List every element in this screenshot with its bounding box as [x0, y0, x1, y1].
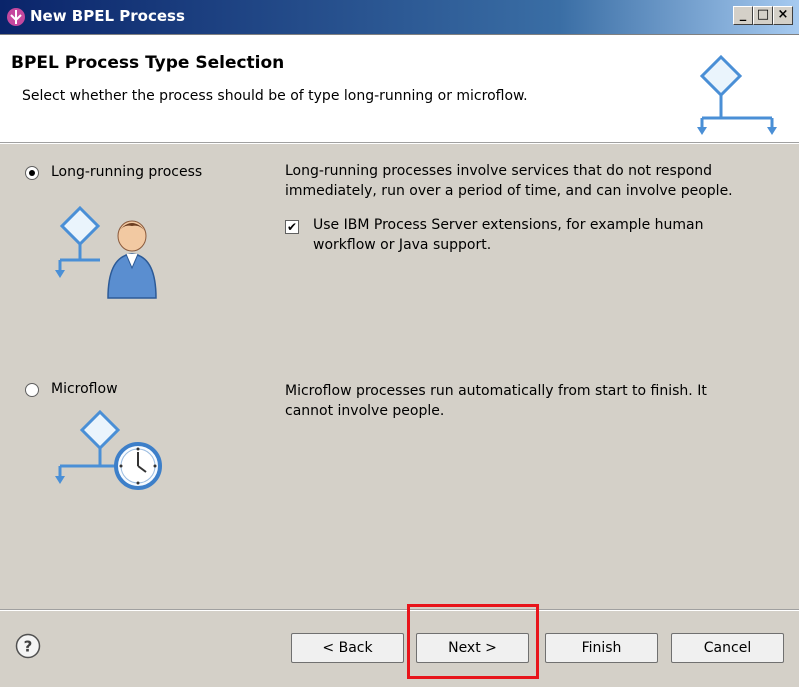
microflow-radio[interactable] [25, 383, 39, 397]
microflow-description-line1: Microflow processes run automatically fr… [285, 383, 707, 399]
ibm-extensions-label-line1: Use IBM Process Server extensions, for e… [313, 217, 704, 233]
long-running-description: Long-running processes involve services … [285, 161, 733, 201]
bpel-app-icon [7, 8, 25, 26]
radio-selected-dot [29, 170, 35, 176]
process-clock-icon [55, 409, 162, 490]
microflow-label[interactable]: Microflow [51, 381, 118, 397]
long-running-label[interactable]: Long-running process [51, 164, 202, 180]
minimize-button[interactable]: _ [733, 6, 753, 25]
page-subtitle: Select whether the process should be of … [22, 88, 528, 104]
window-title: New BPEL Process [30, 7, 185, 25]
footer-separator [0, 609, 799, 611]
window-titlebar: New BPEL Process _ □ × [0, 0, 799, 35]
ibm-extensions-label-line2: workflow or Java support. [313, 237, 492, 253]
help-icon[interactable]: ? [15, 633, 41, 659]
page-title: BPEL Process Type Selection [11, 53, 285, 73]
long-running-description-line2: immediately, run over a period of time, … [285, 183, 733, 199]
close-button[interactable]: × [773, 6, 793, 25]
long-running-description-line1: Long-running processes involve services … [285, 163, 713, 179]
long-running-radio[interactable] [25, 166, 39, 180]
wizard-header: BPEL Process Type Selection Select wheth… [0, 35, 799, 143]
svg-text:?: ? [24, 638, 33, 656]
bpel-process-diagram-icon [697, 54, 777, 135]
header-separator [0, 143, 799, 144]
next-button-highlight [407, 604, 539, 679]
ibm-extensions-checkbox[interactable]: ✔ [285, 220, 299, 234]
maximize-button[interactable]: □ [753, 6, 773, 25]
process-person-icon [55, 205, 157, 299]
microflow-description-line2: cannot involve people. [285, 403, 445, 419]
cancel-button[interactable]: Cancel [671, 633, 784, 663]
microflow-description: Microflow processes run automatically fr… [285, 381, 707, 421]
ibm-extensions-label[interactable]: Use IBM Process Server extensions, for e… [313, 215, 703, 255]
back-button[interactable]: < Back [291, 633, 404, 663]
finish-button[interactable]: Finish [545, 633, 658, 663]
